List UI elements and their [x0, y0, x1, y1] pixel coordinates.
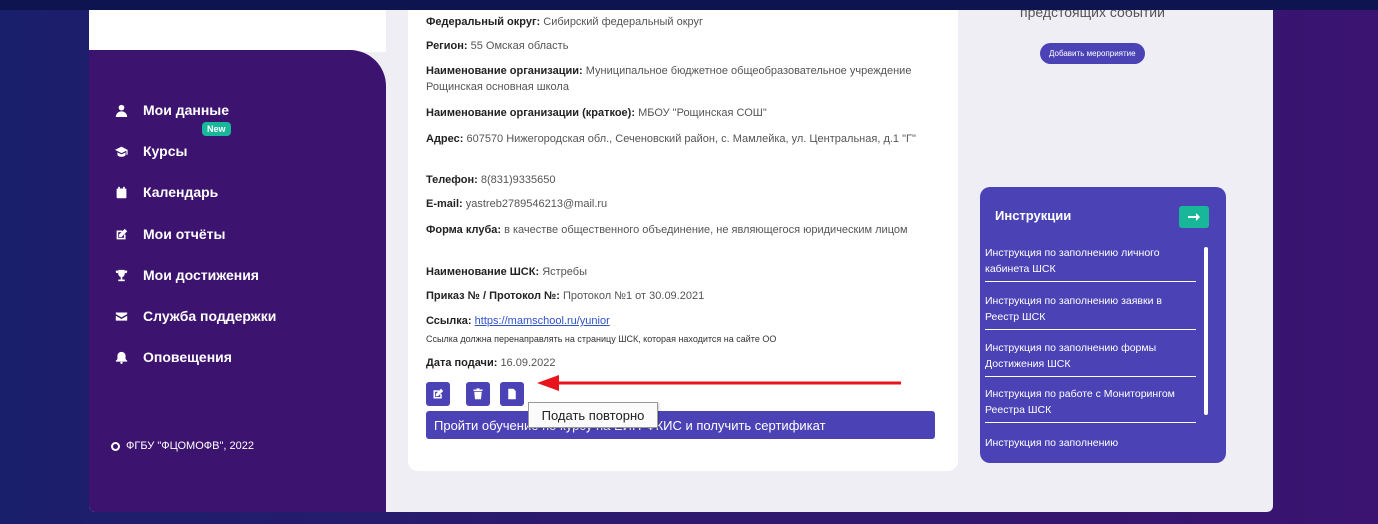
org-name-row: Наименование организации: Муниципальное …	[426, 65, 912, 93]
resubmit-button[interactable]	[500, 382, 524, 406]
edit-button[interactable]	[426, 382, 450, 406]
instruction-item[interactable]: Инструкция по заполнению формы Достижени…	[985, 340, 1196, 377]
delete-button[interactable]	[466, 382, 490, 406]
instructions-scrollbar[interactable]	[1204, 247, 1208, 415]
club-form-row: Форма клуба: в качестве общественного об…	[426, 224, 908, 236]
new-badge: New	[202, 122, 231, 136]
ssk-link[interactable]: https://mamschool.ru/yunior	[475, 315, 610, 327]
phone-row: Телефон: 8(831)9335650	[426, 174, 556, 186]
instructions-open-button[interactable]	[1179, 206, 1209, 228]
copyright-icon	[111, 441, 120, 451]
arrow-right-icon	[1188, 213, 1200, 221]
sidebar-item-my-data[interactable]: Мои данные	[111, 100, 229, 120]
copyright-text: ФГБУ "ФЦОМОФВ", 2022	[126, 440, 254, 452]
sidebar-item-label: Мои достижения	[143, 267, 259, 283]
annotation-arrow	[537, 375, 901, 391]
trash-icon	[473, 388, 483, 400]
sidebar-item-support[interactable]: Служба поддержки	[111, 306, 276, 326]
sidebar-item-label: Календарь	[143, 184, 219, 200]
sidebar-item-label: Мои отчёты	[143, 226, 226, 242]
sidebar-item-label: Служба поддержки	[143, 308, 277, 324]
link-row: Ссылка: https://mamschool.ru/yunior	[426, 315, 610, 327]
resubmit-tooltip: Подать повторно	[528, 402, 658, 428]
events-panel: предстоящих событий Добавить мероприятие	[960, 10, 1273, 170]
sidebar-item-label: Мои данные	[143, 102, 230, 118]
events-title: предстоящих событий	[1020, 10, 1165, 20]
sidebar-item-achievements[interactable]: Мои достижения	[111, 265, 259, 285]
add-event-button[interactable]: Добавить мероприятие	[1040, 43, 1145, 64]
order-row: Приказ № / Протокол №: Протокол №1 от 30…	[426, 290, 705, 302]
org-short-row: Наименование организации (краткое): МБОУ…	[426, 107, 767, 119]
calendar-icon	[111, 186, 131, 199]
ssk-details-card: Федеральный округ: Сибирский федеральный…	[408, 10, 958, 471]
training-button[interactable]: Пройти обучение по курсу на ЕИП-ФКИС и п…	[426, 411, 935, 439]
top-strip	[0, 0, 1378, 10]
user-icon	[111, 104, 131, 117]
sidebar-item-label: Курсы	[143, 143, 188, 159]
instructions-panel: Инструкции Инструкция по заполнению личн…	[980, 187, 1226, 463]
instruction-item[interactable]: Инструкция по работе с Мониторингом Реес…	[985, 386, 1196, 423]
edit-icon	[433, 388, 444, 399]
instructions-title: Инструкции	[995, 208, 1072, 223]
submit-date-row: Дата подачи: 16.09.2022	[426, 357, 556, 369]
region-row: Регион: 55 Омская область	[426, 40, 569, 52]
sidebar-item-notifications[interactable]: Оповещения	[111, 347, 232, 367]
sidebar-item-label: Оповещения	[143, 349, 232, 365]
district-row: Федеральный округ: Сибирский федеральный…	[426, 16, 704, 28]
trophy-icon	[111, 269, 131, 282]
sidebar-item-reports[interactable]: Мои отчёты	[111, 224, 226, 244]
page-frame: Мои данные Курсы Календарь Мои отчёты Мо…	[89, 10, 1273, 512]
instruction-item[interactable]: Инструкция по заполнению личного кабинет…	[985, 245, 1196, 282]
instruction-item[interactable]: Инструкция по заполнению заявки в Реестр…	[985, 293, 1196, 330]
edit-icon	[111, 228, 131, 241]
sidebar-item-courses[interactable]: Курсы	[111, 141, 187, 161]
sidebar-item-calendar[interactable]: Календарь	[111, 182, 218, 202]
ssk-name-row: Наименование ШСК: Ястребы	[426, 266, 588, 278]
email-row: E-mail: yastreb2789546213@mail.ru	[426, 198, 608, 210]
address-row: Адрес: 607570 Нижегородская обл., Сечено…	[426, 133, 916, 145]
instruction-item[interactable]: Инструкция по заполнению	[985, 435, 1196, 455]
graduation-cap-icon	[111, 145, 131, 158]
sidebar: Мои данные Курсы Календарь Мои отчёты Мо…	[89, 50, 386, 512]
envelope-icon	[111, 310, 131, 323]
bell-icon	[111, 351, 131, 364]
link-note: Ссылка должна перенаправлять на страницу…	[426, 334, 777, 344]
sidebar-logo-area	[89, 10, 386, 52]
file-icon	[508, 388, 516, 400]
copyright: ФГБУ "ФЦОМОФВ", 2022	[111, 440, 254, 452]
